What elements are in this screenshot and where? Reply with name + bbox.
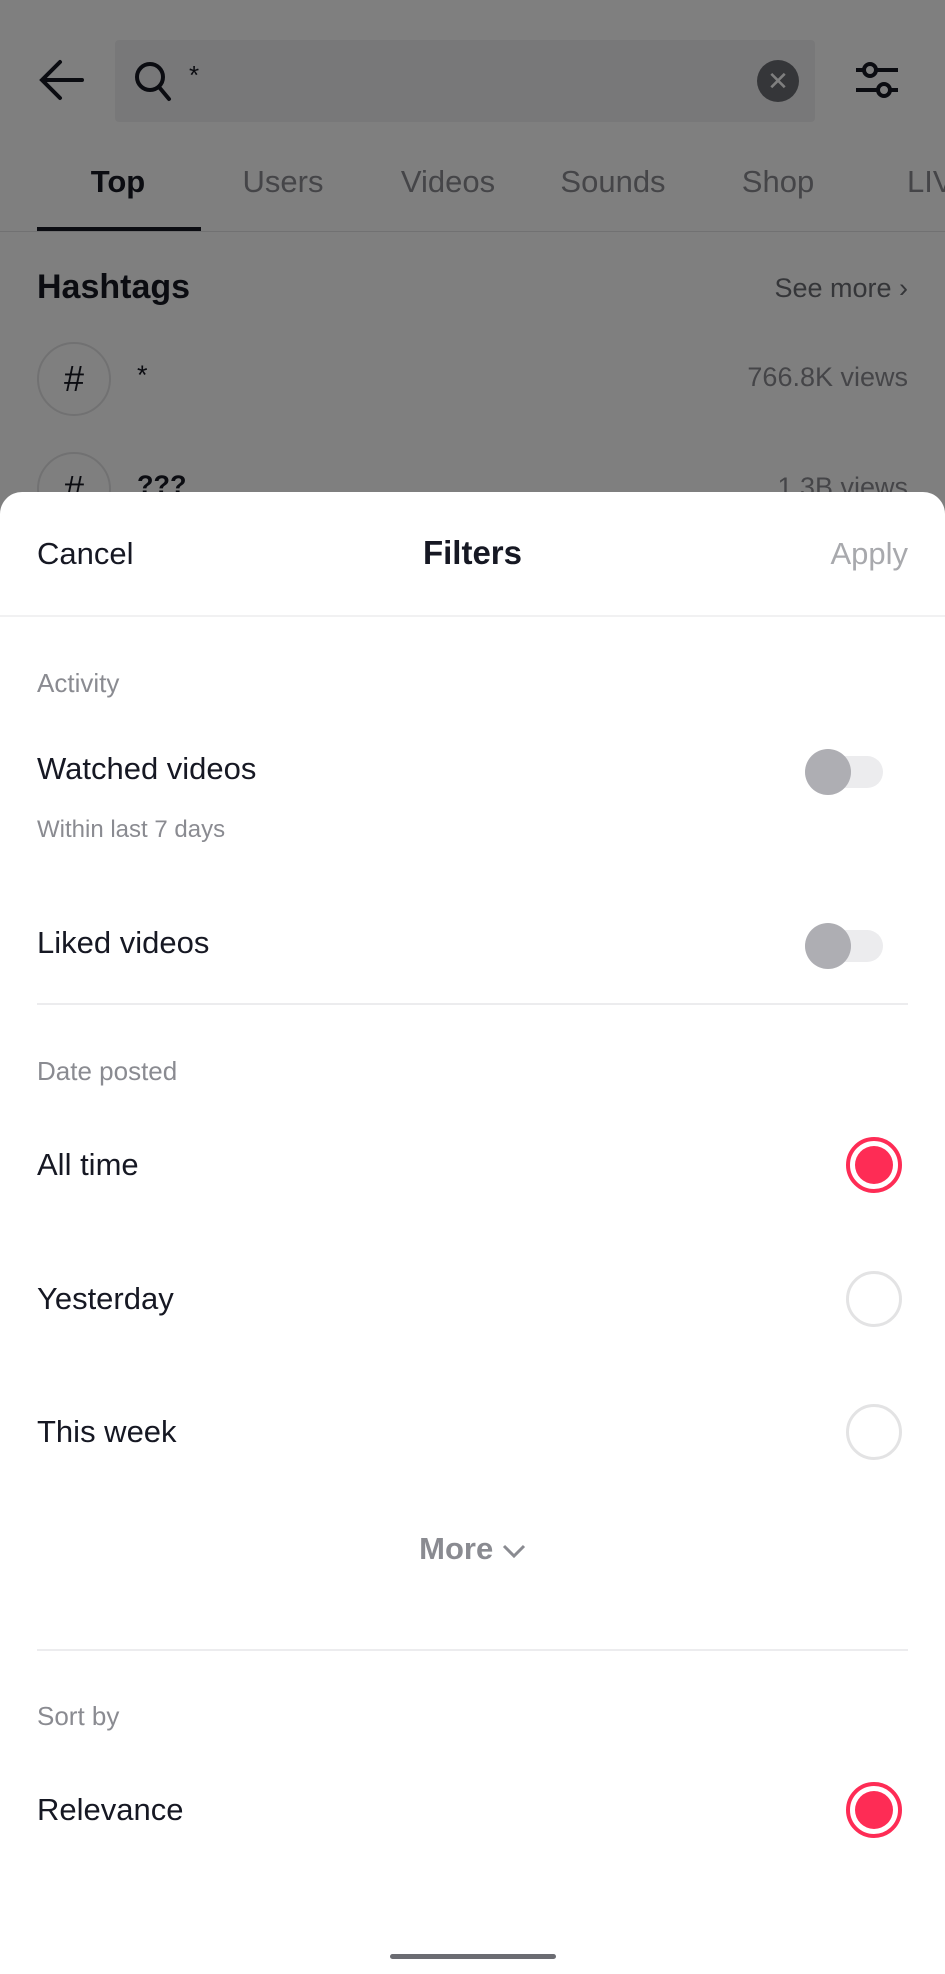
watched-videos-sublabel: Within last 7 days (37, 816, 226, 843)
radio-relevance[interactable] (846, 1782, 902, 1838)
liked-videos-toggle[interactable] (805, 923, 883, 969)
activity-label: Activity (37, 668, 120, 698)
toggle-knob (805, 923, 851, 969)
apply-button[interactable]: Apply (830, 536, 908, 572)
sort-option-relevance[interactable]: Relevance (37, 1792, 183, 1828)
chevron-down-icon (502, 1544, 525, 1559)
date-option-this-week[interactable]: This week (37, 1414, 177, 1450)
watched-videos-label: Watched videos (37, 751, 257, 786)
more-label: More (419, 1531, 494, 1566)
section-divider (37, 1003, 908, 1005)
header-divider (0, 615, 945, 617)
radio-all-time[interactable] (846, 1137, 902, 1193)
filters-sheet: Cancel Filters Apply Activity Watched vi… (0, 492, 945, 1974)
radio-yesterday[interactable] (846, 1271, 902, 1327)
toggle-knob (805, 749, 851, 795)
home-indicator (390, 1954, 556, 1959)
radio-this-week[interactable] (846, 1404, 902, 1460)
section-divider (37, 1649, 908, 1651)
more-button[interactable]: More (0, 1531, 945, 1567)
watched-videos-toggle[interactable] (805, 749, 883, 795)
sort-by-label: Sort by (37, 1701, 120, 1731)
sheet-title: Filters (422, 534, 523, 571)
date-posted-label: Date posted (37, 1056, 178, 1086)
date-option-all-time[interactable]: All time (37, 1147, 139, 1183)
liked-videos-label: Liked videos (37, 925, 210, 960)
date-option-yesterday[interactable]: Yesterday (37, 1281, 174, 1317)
